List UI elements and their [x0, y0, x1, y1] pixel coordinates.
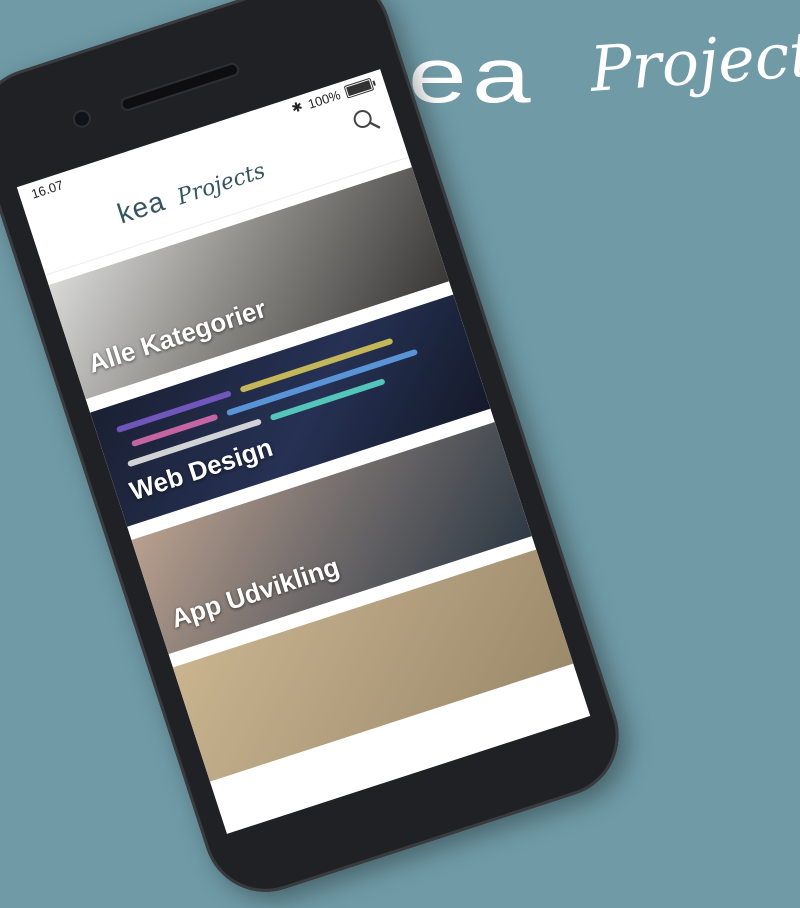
phone-mockup: 16.07 ✱ 100% kea Projects Alle Kategorie [0, 0, 635, 908]
app-logo-projects: Projects [174, 158, 269, 211]
app-logo-kea: kea [113, 185, 169, 230]
category-list: Alle Kategorier Web Design App Udvikling [46, 158, 574, 782]
phone-screen: 16.07 ✱ 100% kea Projects Alle Kategorie [16, 69, 591, 834]
front-camera [73, 109, 91, 128]
bluetooth-icon: ✱ [289, 98, 305, 116]
speaker-grille [121, 63, 239, 111]
brand-projects-text: Projects [587, 15, 800, 106]
search-icon[interactable] [348, 103, 383, 138]
